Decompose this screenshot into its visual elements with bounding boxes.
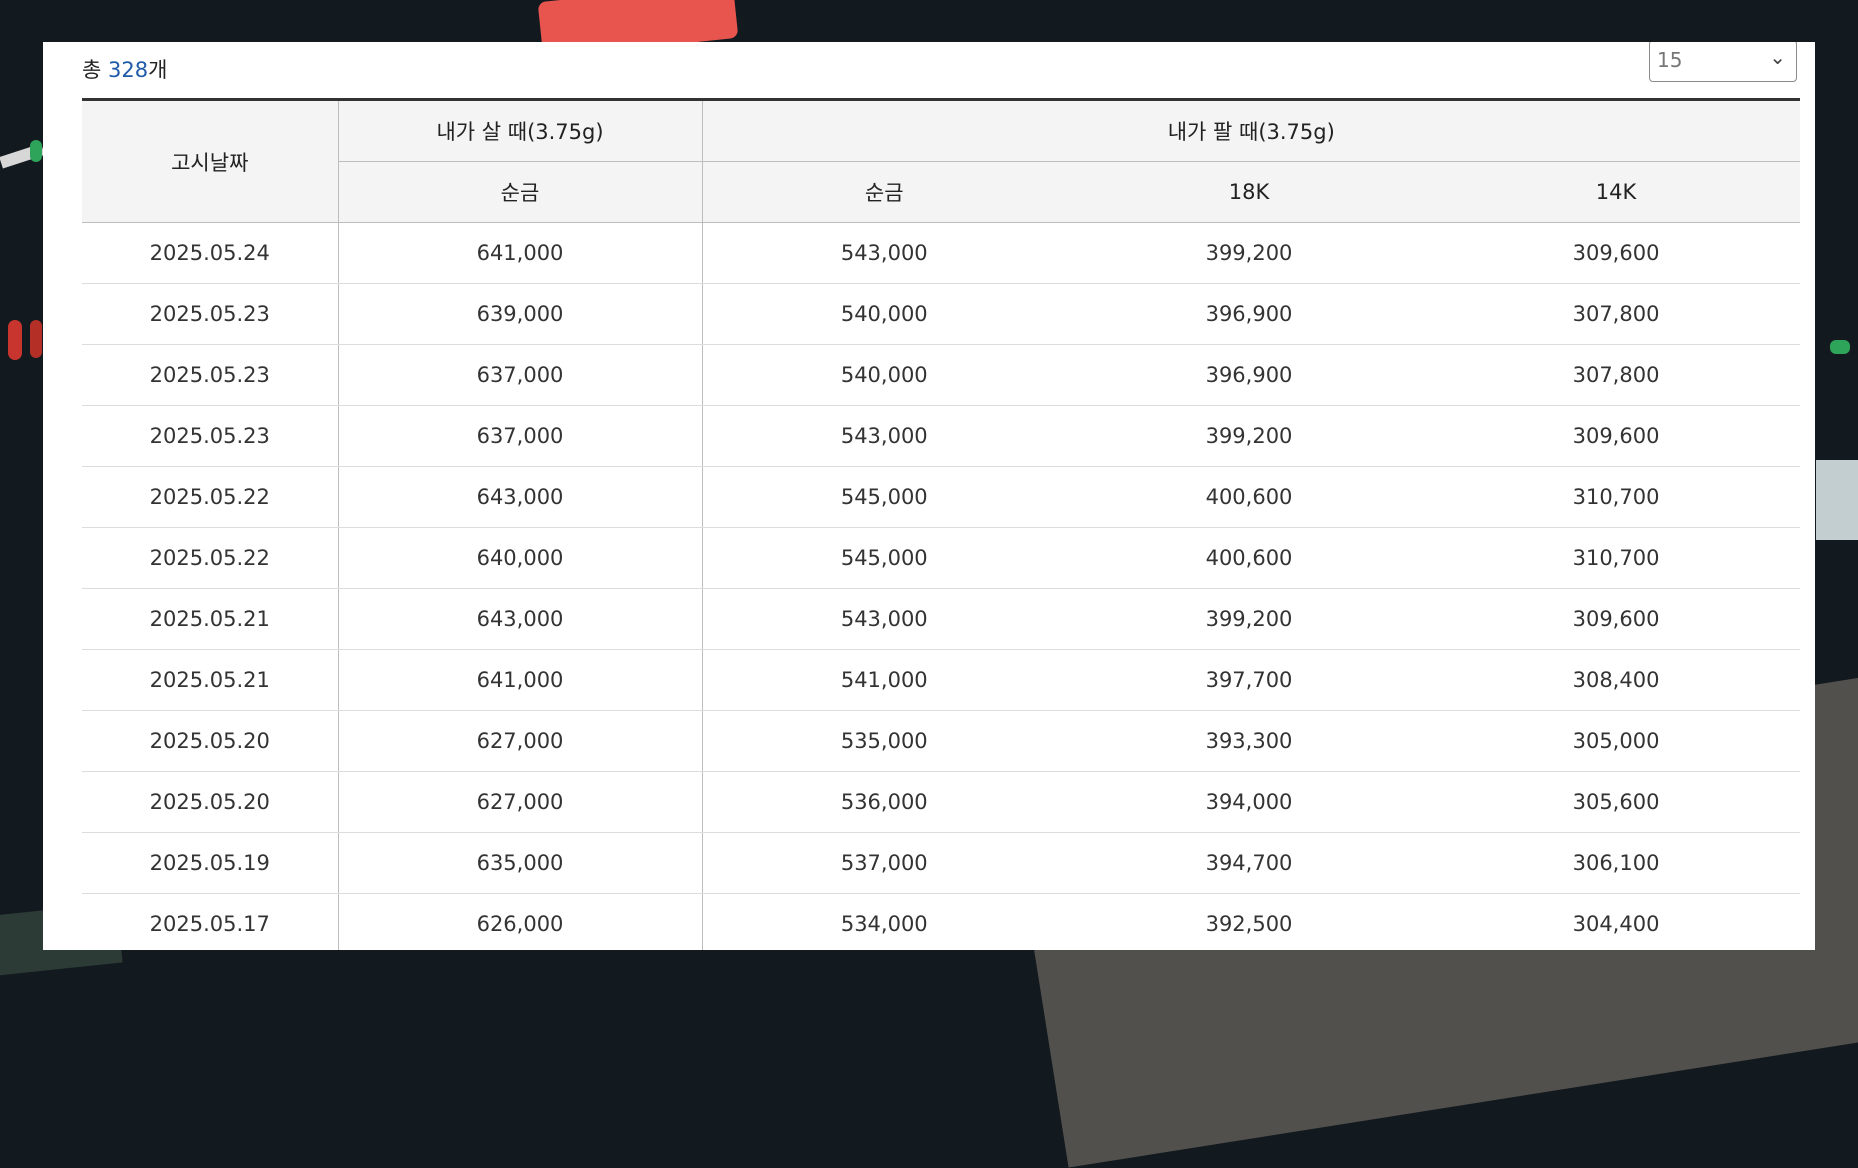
page-size-value: 15 <box>1657 48 1683 72</box>
header-sell-14k: 14K <box>1432 161 1801 223</box>
header-sell-group: 내가 팔 때(3.75g) <box>702 99 1801 162</box>
sell-18k-cell: 392,500 <box>1066 893 1432 950</box>
buy-pure-cell: 627,000 <box>338 710 703 772</box>
sell-pure-cell: 534,000 <box>702 893 1066 950</box>
date-cell: 2025.05.23 <box>82 344 339 406</box>
sell-pure-cell: 543,000 <box>702 405 1066 467</box>
buy-pure-cell: 637,000 <box>338 344 703 406</box>
total-count-value: 328 <box>108 58 149 82</box>
date-cell: 2025.05.23 <box>82 405 339 467</box>
table-row: 2025.05.23 637,000 543,000 399,200 309,600 <box>82 405 1801 467</box>
sell-14k-cell: 309,600 <box>1432 588 1801 650</box>
sell-14k-cell: 307,800 <box>1432 283 1801 345</box>
sell-18k-cell: 399,200 <box>1066 222 1432 284</box>
sell-14k-cell: 307,800 <box>1432 344 1801 406</box>
sell-14k-cell: 305,600 <box>1432 771 1801 833</box>
header-sell-pure: 순금 <box>702 161 1066 223</box>
sell-18k-cell: 399,200 <box>1066 588 1432 650</box>
buy-pure-cell: 643,000 <box>338 466 703 528</box>
background-photo-fragment <box>1816 460 1858 540</box>
sell-pure-cell: 540,000 <box>702 283 1066 345</box>
table-row: 2025.05.23 637,000 540,000 396,900 307,800 <box>82 344 1801 406</box>
buy-pure-cell: 627,000 <box>338 771 703 833</box>
sell-pure-cell: 543,000 <box>702 222 1066 284</box>
sell-18k-cell: 396,900 <box>1066 344 1432 406</box>
buy-pure-cell: 626,000 <box>338 893 703 950</box>
total-suffix: 개 <box>148 58 168 82</box>
sell-18k-cell: 394,700 <box>1066 832 1432 894</box>
buy-pure-cell: 640,000 <box>338 527 703 589</box>
table-row: 2025.05.21 641,000 541,000 397,700 308,400 <box>82 649 1801 711</box>
sell-pure-cell: 541,000 <box>702 649 1066 711</box>
table-row: 2025.05.17 626,000 534,000 392,500 304,400 <box>82 893 1801 950</box>
date-cell: 2025.05.20 <box>82 710 339 772</box>
sell-14k-cell: 309,600 <box>1432 222 1801 284</box>
background-light <box>1830 340 1850 354</box>
sell-14k-cell: 310,700 <box>1432 466 1801 528</box>
sell-pure-cell: 535,000 <box>702 710 1066 772</box>
sell-14k-cell: 308,400 <box>1432 649 1801 711</box>
table-row: 2025.05.20 627,000 535,000 393,300 305,000 <box>82 710 1801 772</box>
sell-18k-cell: 397,700 <box>1066 649 1432 711</box>
sell-pure-cell: 540,000 <box>702 344 1066 406</box>
gold-price-panel: 총 328개 15 ⌄ 고시날짜 내가 살 때(3.75g) 내가 팔 때(3.… <box>43 42 1815 950</box>
total-count: 총 328개 <box>82 54 167 84</box>
page-size-select[interactable]: 15 ⌄ <box>1649 42 1797 82</box>
sell-pure-cell: 545,000 <box>702 466 1066 528</box>
date-cell: 2025.05.24 <box>82 222 339 284</box>
background-light <box>30 140 42 162</box>
sell-14k-cell: 309,600 <box>1432 405 1801 467</box>
date-cell: 2025.05.22 <box>82 466 339 528</box>
table-row: 2025.05.22 640,000 545,000 400,600 310,700 <box>82 527 1801 589</box>
sell-18k-cell: 394,000 <box>1066 771 1432 833</box>
date-cell: 2025.05.21 <box>82 649 339 711</box>
sell-pure-cell: 536,000 <box>702 771 1066 833</box>
buy-pure-cell: 643,000 <box>338 588 703 650</box>
sell-14k-cell: 310,700 <box>1432 527 1801 589</box>
buy-pure-cell: 639,000 <box>338 283 703 345</box>
table-body: 2025.05.24 641,000 543,000 399,200 309,600 20… <box>82 222 1801 950</box>
date-cell: 2025.05.23 <box>82 283 339 345</box>
header-sell-18k: 18K <box>1066 161 1432 223</box>
background-light <box>8 320 22 360</box>
sell-pure-cell: 543,000 <box>702 588 1066 650</box>
date-cell: 2025.05.22 <box>82 527 339 589</box>
gold-price-table: 고시날짜 내가 살 때(3.75g) 내가 팔 때(3.75g) 순금 순금 1… <box>82 98 1801 950</box>
sell-14k-cell: 305,000 <box>1432 710 1801 772</box>
sell-14k-cell: 306,100 <box>1432 832 1801 894</box>
chevron-down-icon: ⌄ <box>1769 45 1786 69</box>
sell-18k-cell: 400,600 <box>1066 527 1432 589</box>
date-cell: 2025.05.17 <box>82 893 339 950</box>
header-buy-group: 내가 살 때(3.75g) <box>338 99 703 162</box>
table-row: 2025.05.21 643,000 543,000 399,200 309,600 <box>82 588 1801 650</box>
buy-pure-cell: 635,000 <box>338 832 703 894</box>
sell-14k-cell: 304,400 <box>1432 893 1801 950</box>
sell-18k-cell: 400,600 <box>1066 466 1432 528</box>
table-row: 2025.05.19 635,000 537,000 394,700 306,100 <box>82 832 1801 894</box>
table-row: 2025.05.23 639,000 540,000 396,900 307,800 <box>82 283 1801 345</box>
date-cell: 2025.05.19 <box>82 832 339 894</box>
sell-pure-cell: 537,000 <box>702 832 1066 894</box>
date-cell: 2025.05.20 <box>82 771 339 833</box>
buy-pure-cell: 641,000 <box>338 649 703 711</box>
buy-pure-cell: 637,000 <box>338 405 703 467</box>
table-row: 2025.05.24 641,000 543,000 399,200 309,600 <box>82 222 1801 284</box>
header-buy-pure: 순금 <box>338 161 703 223</box>
date-cell: 2025.05.21 <box>82 588 339 650</box>
background-light <box>30 320 42 358</box>
total-prefix: 총 <box>82 58 108 82</box>
header-date: 고시날짜 <box>82 99 339 223</box>
table-row: 2025.05.20 627,000 536,000 394,000 305,600 <box>82 771 1801 833</box>
buy-pure-cell: 641,000 <box>338 222 703 284</box>
sell-18k-cell: 399,200 <box>1066 405 1432 467</box>
table-row: 2025.05.22 643,000 545,000 400,600 310,700 <box>82 466 1801 528</box>
sell-pure-cell: 545,000 <box>702 527 1066 589</box>
sell-18k-cell: 396,900 <box>1066 283 1432 345</box>
sell-18k-cell: 393,300 <box>1066 710 1432 772</box>
